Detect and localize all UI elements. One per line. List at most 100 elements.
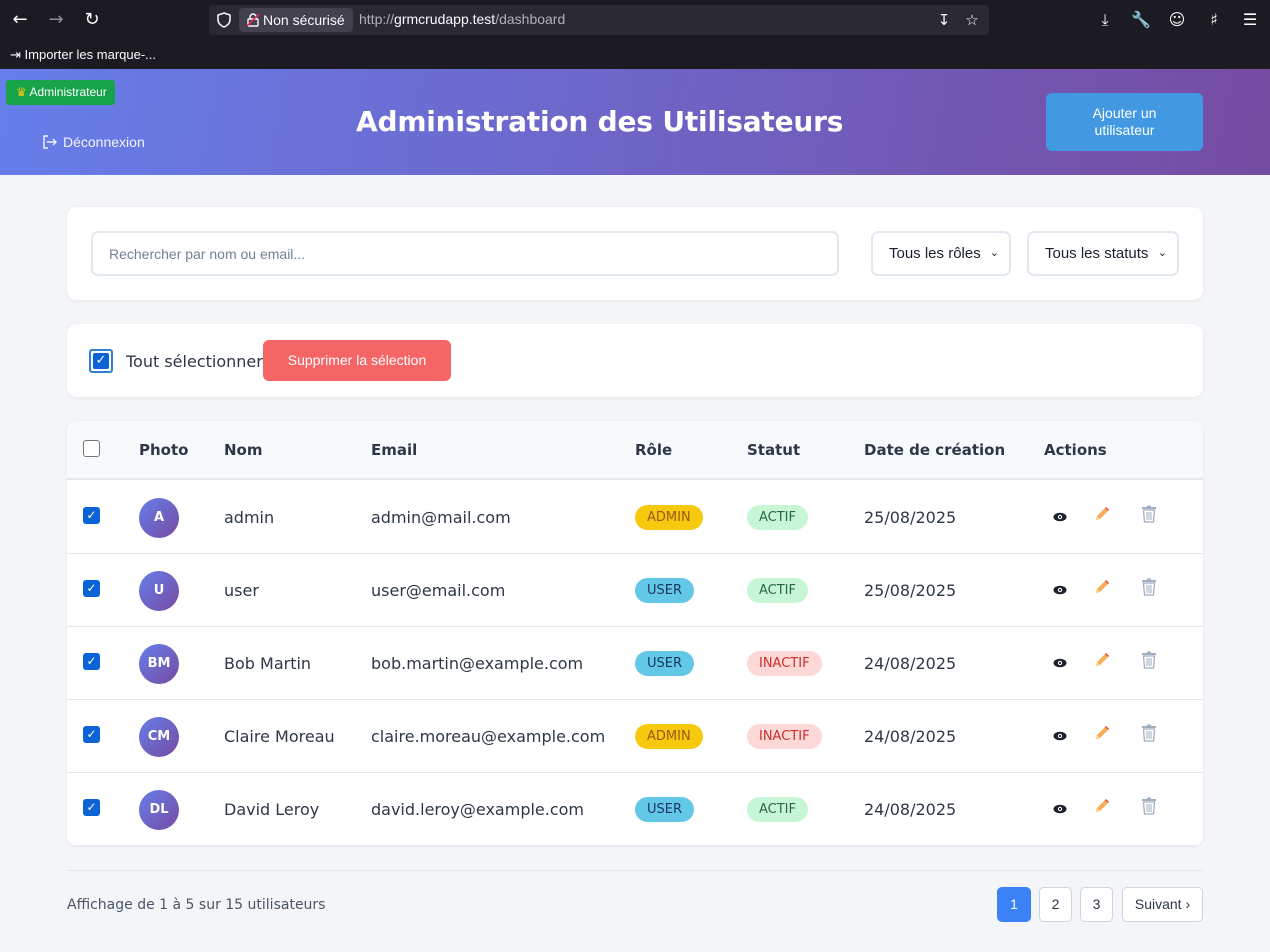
- url-path: /dashboard: [495, 11, 566, 27]
- add-user-label-line2: utilisateur: [1094, 122, 1155, 138]
- bulk-actions-panel: ✓ Tout sélectionner Supprimer la sélecti…: [67, 324, 1203, 397]
- header-checkbox[interactable]: [83, 440, 100, 457]
- account-icon[interactable]: ☺: [1166, 9, 1188, 31]
- avatar: U: [139, 571, 179, 611]
- avatar: CM: [139, 717, 179, 757]
- user-name: Claire Moreau: [224, 727, 335, 746]
- view-icon[interactable]: [1048, 797, 1072, 821]
- view-icon[interactable]: [1048, 651, 1072, 675]
- role-badge: USER: [635, 651, 695, 676]
- column-header-name: Nom: [224, 441, 263, 459]
- created-date: 25/08/2025: [864, 581, 957, 600]
- status-filter-select[interactable]: Tous les statuts ⌄: [1027, 231, 1179, 276]
- table-row: ✓ DL David Leroy david.leroy@example.com USE…: [67, 773, 1203, 846]
- role-badge: ADMIN: [635, 724, 703, 749]
- trash-icon[interactable]: [1137, 797, 1161, 821]
- reload-icon[interactable]: ↻: [81, 9, 103, 31]
- table-row: ✓ CM Claire Moreau claire.moreau@example.co…: [67, 700, 1203, 773]
- star-icon[interactable]: ☆: [963, 11, 981, 29]
- bookmark-import[interactable]: ⇥ Importer les marque-...: [10, 47, 156, 63]
- view-icon[interactable]: [1048, 505, 1072, 529]
- edit-icon[interactable]: [1090, 797, 1114, 821]
- status-badge: ACTIF: [747, 578, 808, 603]
- created-date: 24/08/2025: [864, 727, 957, 746]
- page-title: Administration des Utilisateurs: [356, 105, 844, 138]
- select-all-checkbox[interactable]: ✓: [89, 349, 113, 373]
- insecure-label: Non sécurisé: [263, 12, 345, 28]
- trash-icon[interactable]: [1137, 651, 1161, 675]
- column-header-role: Rôle: [635, 441, 673, 459]
- logout-link[interactable]: Déconnexion: [42, 134, 145, 150]
- avatar: BM: [139, 644, 179, 684]
- logout-icon: [43, 135, 57, 149]
- bookmark-label: Importer les marque-...: [24, 47, 157, 62]
- created-date: 25/08/2025: [864, 508, 957, 527]
- user-email: admin@mail.com: [371, 508, 511, 527]
- role-badge-label: Administrateur: [29, 85, 107, 99]
- forward-icon[interactable]: →: [45, 9, 67, 31]
- role-badge: USER: [635, 797, 695, 822]
- created-date: 24/08/2025: [864, 800, 957, 819]
- user-name: admin: [224, 508, 275, 527]
- role-badge: ♛ Administrateur: [6, 80, 115, 105]
- column-header-photo: Photo: [139, 441, 189, 459]
- search-input[interactable]: [91, 231, 839, 276]
- row-checkbox[interactable]: ✓: [83, 580, 100, 597]
- status-badge: INACTIF: [747, 724, 822, 749]
- trash-icon[interactable]: [1137, 724, 1161, 748]
- wrench-icon[interactable]: 🔧: [1130, 9, 1152, 31]
- delete-selection-button[interactable]: Supprimer la sélection: [263, 340, 451, 381]
- status-badge: ACTIF: [747, 797, 808, 822]
- security-indicator[interactable]: Non sécurisé: [239, 8, 353, 32]
- insecure-lock-icon: [247, 13, 259, 27]
- extensions-icon[interactable]: ♯: [1203, 9, 1225, 31]
- table-row: ✓ Uuser user@email.com USER ACTIF 25/08/2025: [67, 554, 1203, 627]
- menu-icon[interactable]: ☰: [1239, 9, 1261, 31]
- view-icon[interactable]: [1048, 724, 1072, 748]
- row-checkbox[interactable]: ✓: [83, 507, 100, 524]
- address-bar[interactable]: Non sécurisé http://grmcrudapp.test/dash…: [209, 5, 989, 35]
- page-button-3[interactable]: 3: [1080, 887, 1113, 922]
- avatar: A: [139, 498, 179, 538]
- status-badge: ACTIF: [747, 505, 808, 530]
- row-checkbox[interactable]: ✓: [83, 653, 100, 670]
- user-email: david.leroy@example.com: [371, 800, 585, 819]
- downloads-icon[interactable]: ⤓: [1094, 9, 1116, 31]
- page-button-2[interactable]: 2: [1039, 887, 1072, 922]
- view-icon[interactable]: [1048, 578, 1072, 602]
- logout-label: Déconnexion: [63, 134, 145, 150]
- edit-icon[interactable]: [1090, 651, 1114, 675]
- role-badge: USER: [635, 578, 695, 603]
- table-header: Photo Nom Email Rôle Statut Date de créa…: [67, 421, 1203, 480]
- url-text[interactable]: http://grmcrudapp.test/dashboard: [359, 11, 565, 27]
- next-page-button[interactable]: Suivant ›: [1122, 887, 1203, 922]
- role-filter-select[interactable]: Tous les rôles ⌄: [871, 231, 1011, 276]
- role-badge: ADMIN: [635, 505, 703, 530]
- trash-icon[interactable]: [1137, 578, 1161, 602]
- row-checkbox[interactable]: ✓: [83, 799, 100, 816]
- page-header: ♛ Administrateur Déconnexion Administrat…: [0, 69, 1270, 175]
- footer-divider: [67, 870, 1203, 871]
- row-checkbox[interactable]: ✓: [83, 726, 100, 743]
- table-row: ✓ BM Bob Martin bob.martin@example.com USER I…: [67, 627, 1203, 700]
- save-page-icon[interactable]: ↧: [935, 11, 953, 29]
- column-header-email: Email: [371, 441, 418, 459]
- edit-icon[interactable]: [1090, 505, 1114, 529]
- page-button-1[interactable]: 1: [997, 887, 1031, 922]
- url-host: grmcrudapp.test: [394, 11, 496, 27]
- status-filter-value: Tous les statuts: [1045, 245, 1149, 262]
- chevron-down-icon: ⌄: [989, 247, 999, 259]
- column-header-created: Date de création: [864, 441, 1006, 459]
- created-date: 24/08/2025: [864, 654, 957, 673]
- back-icon[interactable]: ←: [9, 9, 31, 31]
- user-name: Bob Martin: [224, 654, 312, 673]
- column-header-actions: Actions: [1044, 441, 1107, 459]
- shield-icon[interactable]: [217, 12, 231, 28]
- edit-icon[interactable]: [1090, 724, 1114, 748]
- trash-icon[interactable]: [1137, 505, 1161, 529]
- bookmarks-bar: ⇥ Importer les marque-...: [0, 40, 1270, 69]
- select-all-label[interactable]: Tout sélectionner: [126, 352, 263, 371]
- users-table: Photo Nom Email Rôle Statut Date de créa…: [67, 421, 1203, 846]
- edit-icon[interactable]: [1090, 578, 1114, 602]
- add-user-button[interactable]: Ajouter un utilisateur: [1046, 93, 1203, 151]
